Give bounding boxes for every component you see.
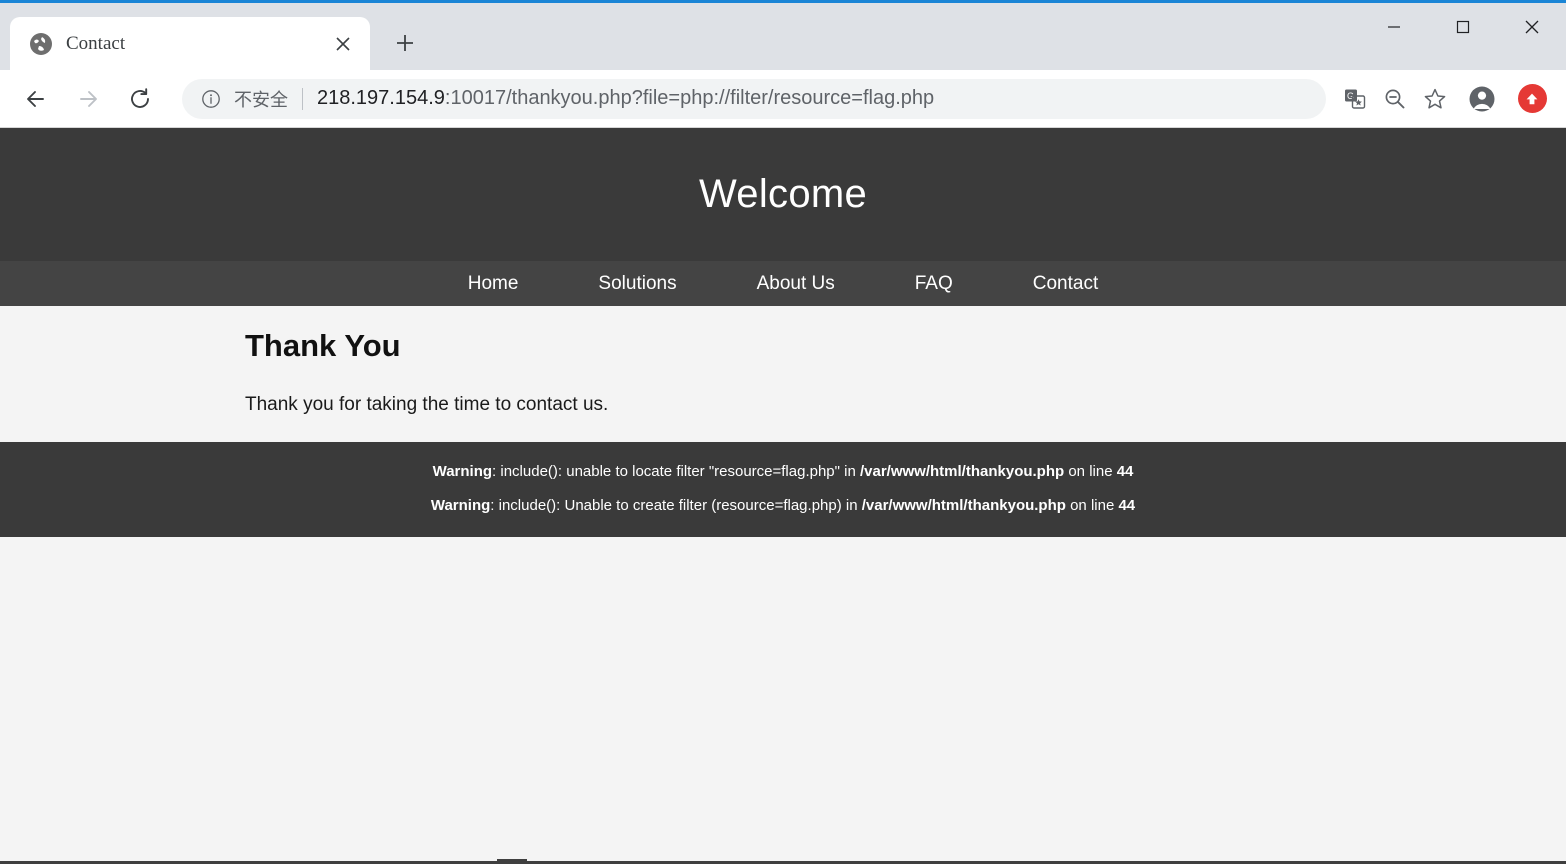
page-empty-area: https://blog.csdn.net/Eastmount <box>0 537 1566 864</box>
address-bar[interactable]: 不安全 218.197.154.9:10017/thankyou.php?fil… <box>182 78 1326 119</box>
warning-lineno-2: 44 <box>1118 497 1136 514</box>
reload-button[interactable] <box>118 77 162 121</box>
nav-item-solutions[interactable]: Solutions <box>558 273 716 295</box>
warning-label-1: Warning <box>432 463 493 480</box>
page-content: Thank You Thank you for taking the time … <box>0 306 1566 442</box>
warning-lineno-1: 44 <box>1116 463 1134 480</box>
window-close-button[interactable] <box>1497 3 1566 50</box>
warning-online-2: on line <box>1065 497 1119 514</box>
php-warning-1: Warning: include(): unable to locate fil… <box>0 464 1566 479</box>
warning-file-1: /var/www/html/thankyou.php <box>859 463 1065 480</box>
omnibox-divider <box>302 87 303 110</box>
window-bottom-nub <box>497 859 527 864</box>
warning-file-2: /var/www/html/thankyou.php <box>861 497 1066 514</box>
page-viewport: Welcome Home Solutions About Us FAQ Cont… <box>0 128 1566 864</box>
url-host: 218.197.154.9 <box>317 87 445 109</box>
page-body-text: Thank you for taking the time to contact… <box>245 394 609 415</box>
info-icon[interactable] <box>200 88 222 110</box>
php-warning-2: Warning: include(): Unable to create fil… <box>0 498 1566 513</box>
warning-message-2: include(): Unable to create filter (reso… <box>498 497 862 514</box>
nav-item-about-us[interactable]: About Us <box>717 273 875 295</box>
tab-close-icon[interactable] <box>330 31 356 57</box>
window-controls <box>1359 3 1566 50</box>
zoom-out-icon[interactable] <box>1378 82 1412 116</box>
warning-message-1: include(): unable to locate filter "reso… <box>500 463 860 480</box>
warning-label-2: Warning <box>430 497 491 514</box>
tab-title: Contact <box>66 32 126 54</box>
back-button[interactable] <box>14 77 58 121</box>
site-header: Welcome <box>0 128 1566 261</box>
browser-tab-contact[interactable]: Contact <box>10 17 370 70</box>
tab-strip: Contact <box>0 3 426 70</box>
nav-item-contact[interactable]: Contact <box>993 273 1138 295</box>
nav-item-faq[interactable]: FAQ <box>875 273 993 295</box>
browser-titlebar: Contact <box>0 3 1566 70</box>
bookmark-star-icon[interactable] <box>1418 82 1452 116</box>
translate-icon[interactable]: G <box>1338 82 1372 116</box>
update-arrow-icon <box>1517 84 1547 113</box>
url-text: 218.197.154.9:10017/thankyou.php?file=ph… <box>317 87 934 110</box>
site-navigation: Home Solutions About Us FAQ Contact <box>0 261 1566 306</box>
php-warning-band: Warning: include(): unable to locate fil… <box>0 442 1566 537</box>
page-title: Thank You <box>245 328 401 363</box>
window-minimize-button[interactable] <box>1359 3 1428 50</box>
new-tab-button[interactable] <box>384 22 426 64</box>
warning-online-1: on line <box>1064 463 1117 480</box>
profile-avatar-icon[interactable] <box>1462 79 1502 119</box>
browser-toolbar: 不安全 218.197.154.9:10017/thankyou.php?fil… <box>0 70 1566 128</box>
url-path: :10017/thankyou.php?file=php://filter/re… <box>444 87 935 109</box>
site-title: Welcome <box>698 172 868 216</box>
window-maximize-button[interactable] <box>1428 3 1497 50</box>
globe-icon <box>30 32 52 55</box>
warning-sep-2: : <box>490 497 499 514</box>
browser-update-button[interactable] <box>1512 79 1552 119</box>
nav-item-home[interactable]: Home <box>428 273 559 295</box>
browser-window: Contact 不安全 218.197.154.9:10017/thankyou… <box>0 0 1566 864</box>
security-status-label: 不安全 <box>234 89 288 111</box>
forward-button[interactable] <box>66 77 110 121</box>
